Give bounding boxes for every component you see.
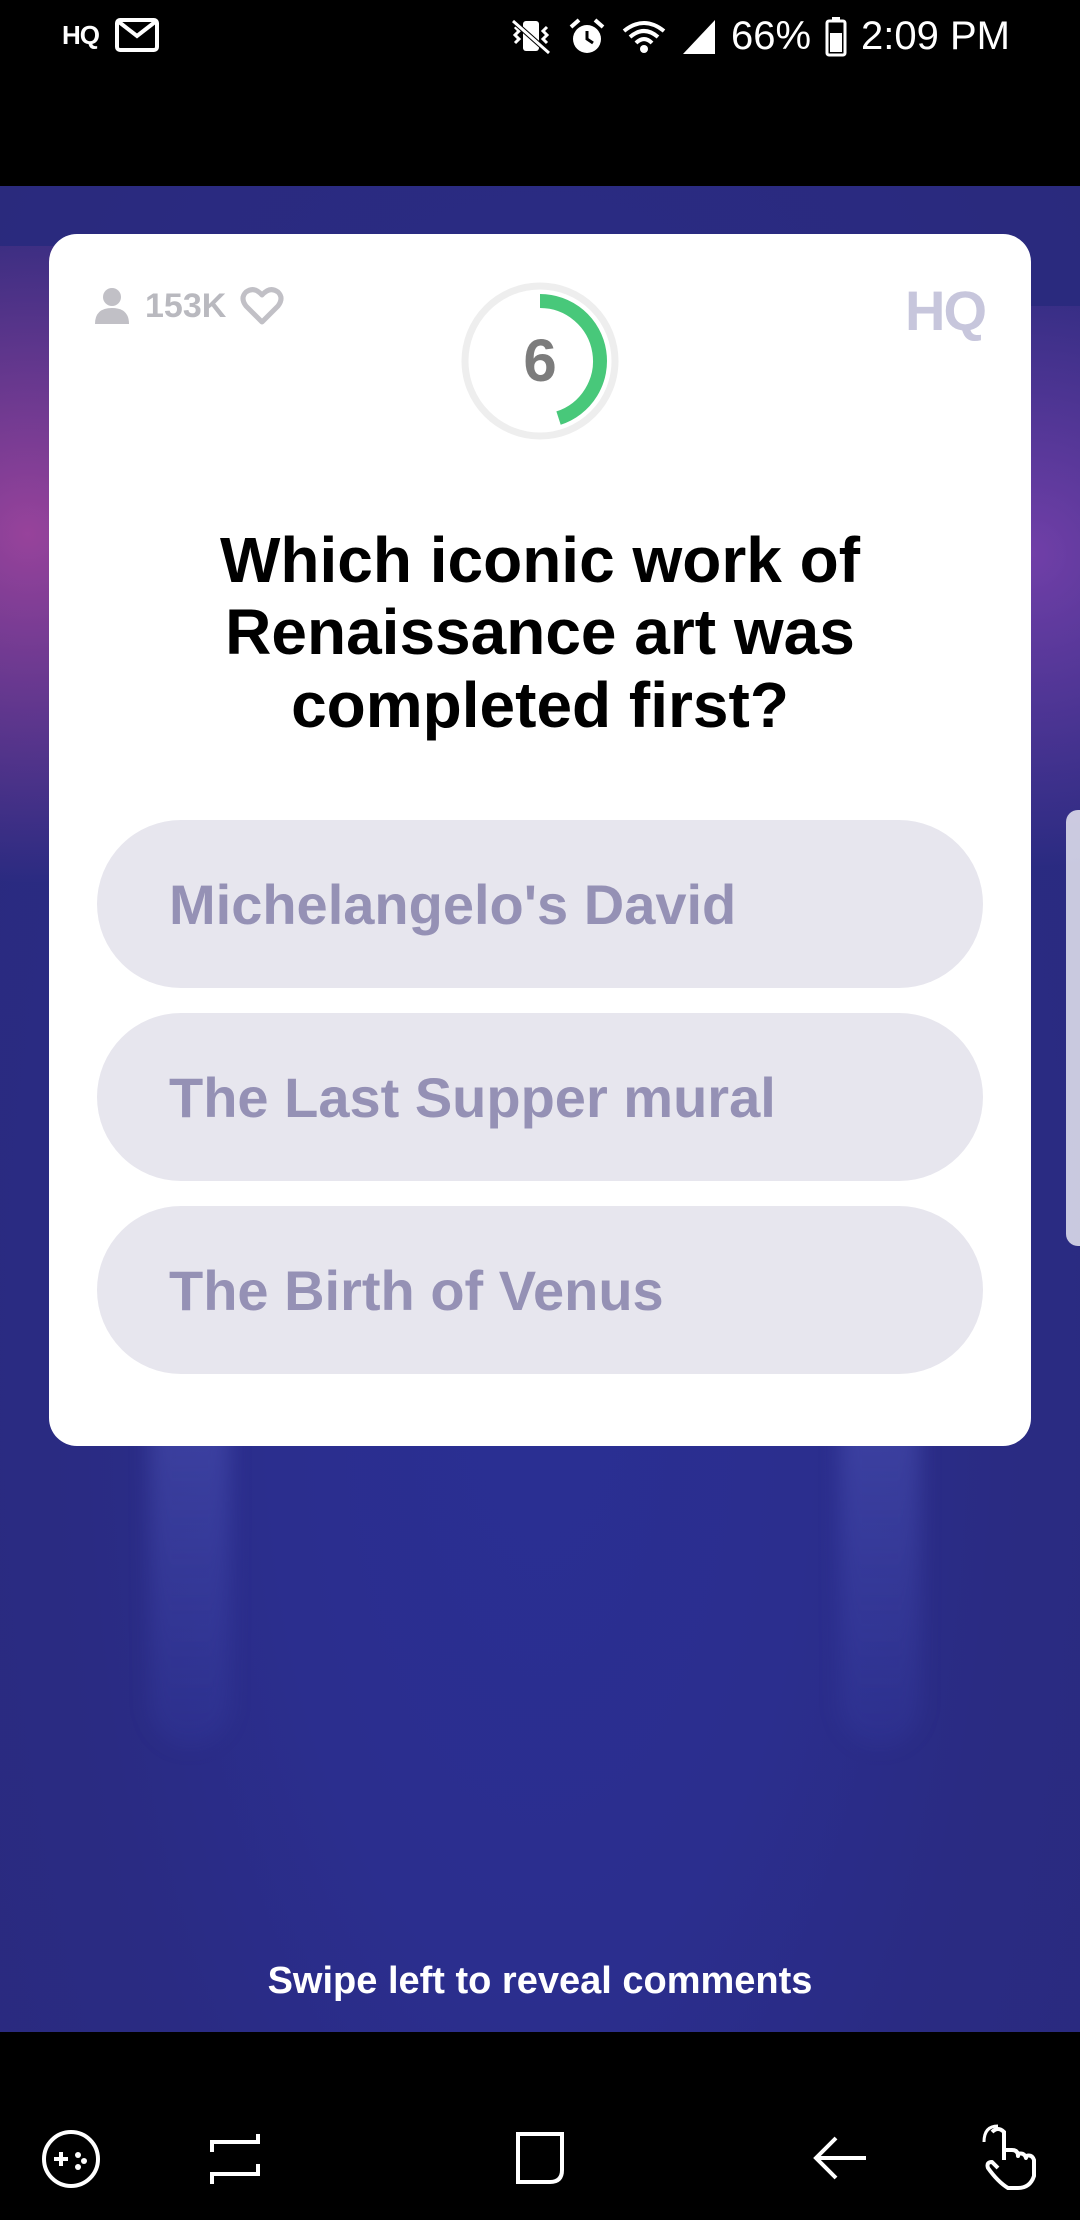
answer-option-1[interactable]: Michelangelo's David <box>97 820 983 988</box>
clock: 2:09 PM <box>861 14 1010 58</box>
back-icon[interactable] <box>812 2136 868 2180</box>
vibrate-icon <box>509 17 553 57</box>
wifi-icon <box>621 17 667 57</box>
hq-logo: HQ <box>905 279 987 342</box>
viewer-count: 153K <box>93 286 284 326</box>
question-card: 153K 6 HQ Which iconic work of Renaissan… <box>49 234 1031 1446</box>
swipe-hint: Swipe left to reveal comments <box>267 1960 813 2002</box>
comments-drawer-handle[interactable] <box>1066 810 1080 1246</box>
answer-options: Michelangelo's David The Last Supper mur… <box>97 820 983 1399</box>
viewer-count-value: 153K <box>145 286 227 325</box>
question-text: Which iconic work of Renaissance art was… <box>219 524 861 741</box>
navigation-bar <box>0 2032 1080 2220</box>
person-icon <box>93 286 131 326</box>
signal-icon <box>681 18 717 56</box>
hq-app-icon: HQ <box>62 19 100 50</box>
status-left: HQ <box>62 18 159 52</box>
home-icon[interactable] <box>512 2130 568 2186</box>
answer-option-3[interactable]: The Birth of Venus <box>97 1206 983 1374</box>
mail-icon <box>115 18 159 52</box>
recent-apps-icon[interactable] <box>208 2132 262 2186</box>
battery-icon <box>825 16 847 57</box>
answer-option-2[interactable]: The Last Supper mural <box>97 1013 983 1181</box>
one-hand-icon[interactable] <box>974 2124 1042 2192</box>
countdown-timer: 6 <box>459 280 621 442</box>
battery-percent: 66% <box>730 14 812 58</box>
game-launcher-icon[interactable] <box>40 2128 102 2190</box>
countdown-number: 6 <box>523 327 557 394</box>
status-bar: HQ 66% 2:09 PM <box>0 0 1080 186</box>
alarm-icon <box>567 17 607 57</box>
status-right: 66% 2:09 PM <box>509 14 1010 59</box>
heart-icon[interactable] <box>240 286 284 326</box>
